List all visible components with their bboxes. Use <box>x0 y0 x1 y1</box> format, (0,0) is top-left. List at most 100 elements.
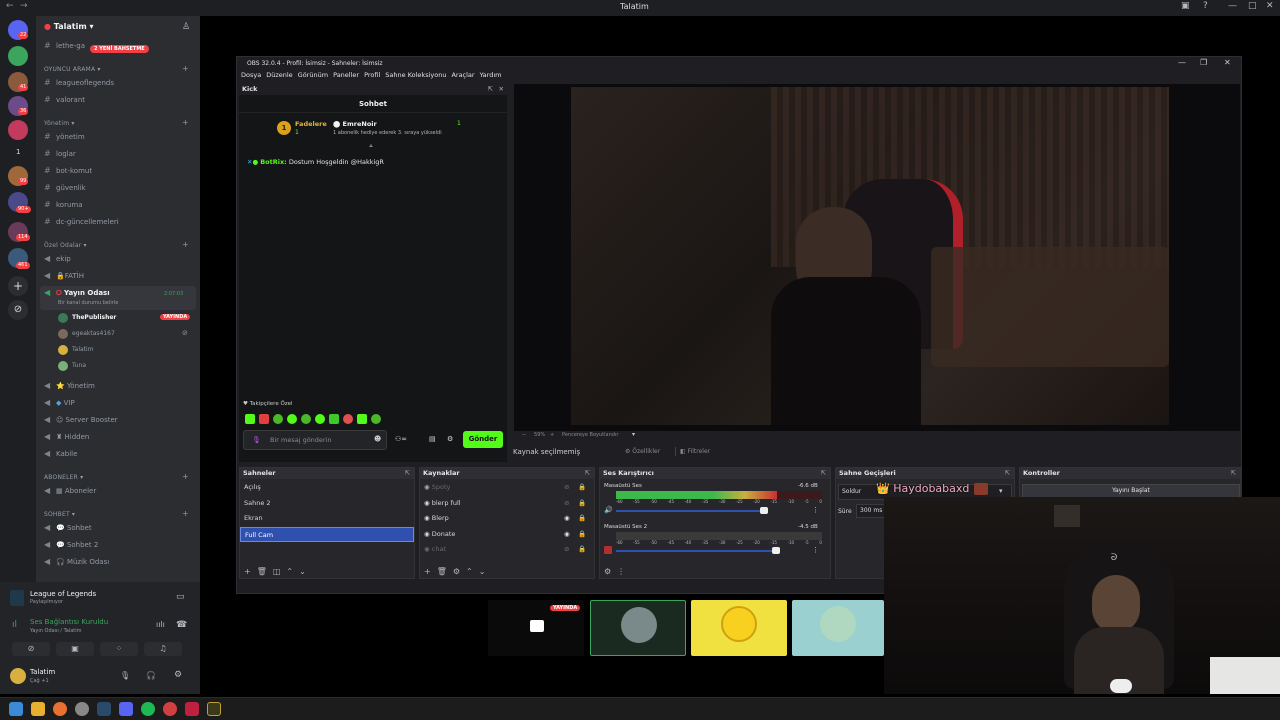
restore-icon[interactable]: ❐ <box>1200 58 1207 67</box>
undock-icon[interactable]: ⇱ <box>405 468 410 479</box>
more-icon[interactable]: ⋮ <box>617 567 625 576</box>
add-icon[interactable]: + <box>424 567 431 576</box>
channel-item[interactable]: # dc-güncellemeleri <box>44 215 194 229</box>
stream-thumb[interactable]: YAYINDA <box>488 600 584 656</box>
voice-channel[interactable]: ◀ 💬 Sohbet 2 <box>44 538 194 552</box>
minimize-icon[interactable]: — <box>1228 1 1237 11</box>
voice-channel[interactable]: ◀ Kabile <box>44 447 194 461</box>
volume-slider-handle[interactable] <box>760 507 768 514</box>
more-icon[interactable]: ⋮ <box>812 506 819 514</box>
emote-icon[interactable] <box>245 414 255 424</box>
channel-item[interactable]: # loglar <box>44 147 194 161</box>
firefox-icon[interactable] <box>53 702 67 716</box>
explore-icon[interactable]: ⊘ <box>8 300 28 320</box>
screen-share-icon[interactable]: ▣ <box>56 642 94 656</box>
add-icon[interactable]: + <box>244 567 251 576</box>
maximize-icon[interactable]: □ <box>1248 1 1257 11</box>
stream-thumb[interactable] <box>691 600 787 656</box>
inbox-icon[interactable]: ▣ <box>1181 1 1190 11</box>
menu-item[interactable]: Profil <box>364 71 380 79</box>
minimize-icon[interactable]: — <box>1178 58 1186 67</box>
steam-icon[interactable] <box>97 702 111 716</box>
volume-slider[interactable] <box>616 550 776 552</box>
scene-item[interactable]: Açılış <box>240 480 414 496</box>
invite-icon[interactable]: ♙ <box>182 22 190 32</box>
channel-item[interactable]: # leagueoflegends <box>44 76 194 90</box>
chevron-down-icon[interactable]: ⩡ <box>369 142 373 151</box>
mic-icon[interactable]: 🎙 <box>120 671 130 680</box>
channel-item[interactable]: # valorant <box>44 93 194 107</box>
filter-icon[interactable]: ◫ <box>273 567 281 576</box>
gifter-name[interactable]: ⬤ EmreNoir <box>333 120 377 128</box>
voice-channel[interactable]: ◀ ▦ Aboneler <box>44 484 194 498</box>
emoji-icon[interactable]: ☻ <box>374 435 381 443</box>
menu-item[interactable]: Sahne Koleksiyonu <box>385 71 446 79</box>
avatar[interactable] <box>10 668 26 684</box>
volume-slider-handle[interactable] <box>772 547 780 554</box>
gift-icon[interactable]: ▤ <box>429 435 436 443</box>
close-icon[interactable]: ✕ <box>1266 1 1274 11</box>
mention-badge[interactable]: 2 YENİ BAHSETME <box>90 45 149 53</box>
category-header[interactable]: OYUNCU ARAMA ▾ + <box>44 64 189 73</box>
spotify-icon[interactable] <box>141 702 155 716</box>
server-icon[interactable] <box>8 120 28 140</box>
channel-item[interactable]: # güvenlik <box>44 181 194 195</box>
emote-icon[interactable] <box>343 414 353 424</box>
trash-icon[interactable]: 🗑 <box>257 567 267 576</box>
voice-user[interactable]: Talatim <box>58 343 94 357</box>
muted-speaker-icon[interactable] <box>604 546 612 554</box>
chrome-icon[interactable] <box>163 702 177 716</box>
voice-channel[interactable]: ◀ ☺ Server Booster <box>44 413 194 427</box>
voice-user[interactable]: Tuna <box>58 359 86 373</box>
disconnect-icon[interactable]: ☎ <box>176 620 187 630</box>
help-icon[interactable]: ? <box>1203 1 1208 11</box>
camera-off-icon[interactable]: ⊘ <box>12 642 50 656</box>
move-down-icon[interactable]: ⌄ <box>299 567 306 576</box>
app-icon[interactable] <box>185 702 199 716</box>
emote-icon[interactable] <box>329 414 339 424</box>
undock-icon[interactable]: ⇱ <box>821 468 826 479</box>
stream-thumb[interactable] <box>792 600 884 656</box>
discord-icon[interactable] <box>119 702 133 716</box>
chevron-down-icon[interactable]: ▾ <box>632 431 635 438</box>
undock-icon[interactable]: ⇱ <box>1231 468 1236 479</box>
advanced-audio-icon[interactable]: ⚙ <box>604 567 611 576</box>
top-gifter-name[interactable]: Fadelere <box>295 120 327 128</box>
volume-slider[interactable] <box>616 510 766 512</box>
voice-status-hint[interactable]: Bir kanal durumu belirle <box>58 300 118 306</box>
emote-icon[interactable] <box>371 414 381 424</box>
undock-icon[interactable]: ⇱ <box>1005 468 1010 479</box>
trash-icon[interactable]: 🗑 <box>437 567 447 576</box>
close-icon[interactable]: ✕ <box>499 84 504 95</box>
channel-item[interactable]: ◀ ekip <box>44 252 194 266</box>
badges-icon[interactable]: ⚇∞ <box>395 435 407 443</box>
source-item[interactable]: ◉ Spoty ⊘ 🔒 <box>420 480 594 496</box>
settings-gear-icon[interactable]: ⚙ <box>174 670 182 680</box>
scene-item-selected[interactable]: Full Cam <box>240 526 414 542</box>
filters-button[interactable]: ◧ Filtreler <box>675 447 714 456</box>
start-streaming-button[interactable]: Yayını Başlat <box>1022 484 1240 498</box>
start-menu-icon[interactable] <box>9 702 23 716</box>
move-up-icon[interactable]: ⌃ <box>286 567 293 576</box>
soundboard-icon[interactable]: ♫ <box>144 642 182 656</box>
voice-channel[interactable]: ◀ ◆ VIP <box>44 396 194 410</box>
category-header[interactable]: Yönetim ▾ + <box>44 118 189 127</box>
menu-item[interactable]: Araçlar <box>451 71 474 79</box>
voice-user[interactable]: ThePublisher <box>58 311 116 325</box>
username[interactable]: Talatim <box>30 668 55 676</box>
voice-channel[interactable]: ◀ 💬 Sohbet <box>44 521 194 535</box>
source-item[interactable]: ◉ Blerp ◉ 🔒 <box>420 511 594 527</box>
emote-icon[interactable] <box>315 414 325 424</box>
chat-settings-icon[interactable]: ⚙ <box>447 435 453 443</box>
source-item[interactable]: ◉ blerp full ⊘ 🔒 <box>420 496 594 512</box>
undock-icon[interactable]: ⇱ <box>585 468 590 479</box>
obs-preview[interactable] <box>514 84 1240 431</box>
scene-item[interactable]: Ekran <box>240 511 414 527</box>
noise-suppression-icon[interactable]: ıılı <box>156 620 165 629</box>
add-server-icon[interactable]: + <box>8 276 28 296</box>
share-screen-icon[interactable]: ▭ <box>176 592 185 602</box>
channel-item[interactable]: # yönetim <box>44 130 194 144</box>
voice-channel[interactable]: ◀ ♜ Hidden <box>44 430 194 444</box>
headphones-icon[interactable]: 🎧 <box>146 671 156 680</box>
menu-item[interactable]: Görünüm <box>298 71 328 79</box>
